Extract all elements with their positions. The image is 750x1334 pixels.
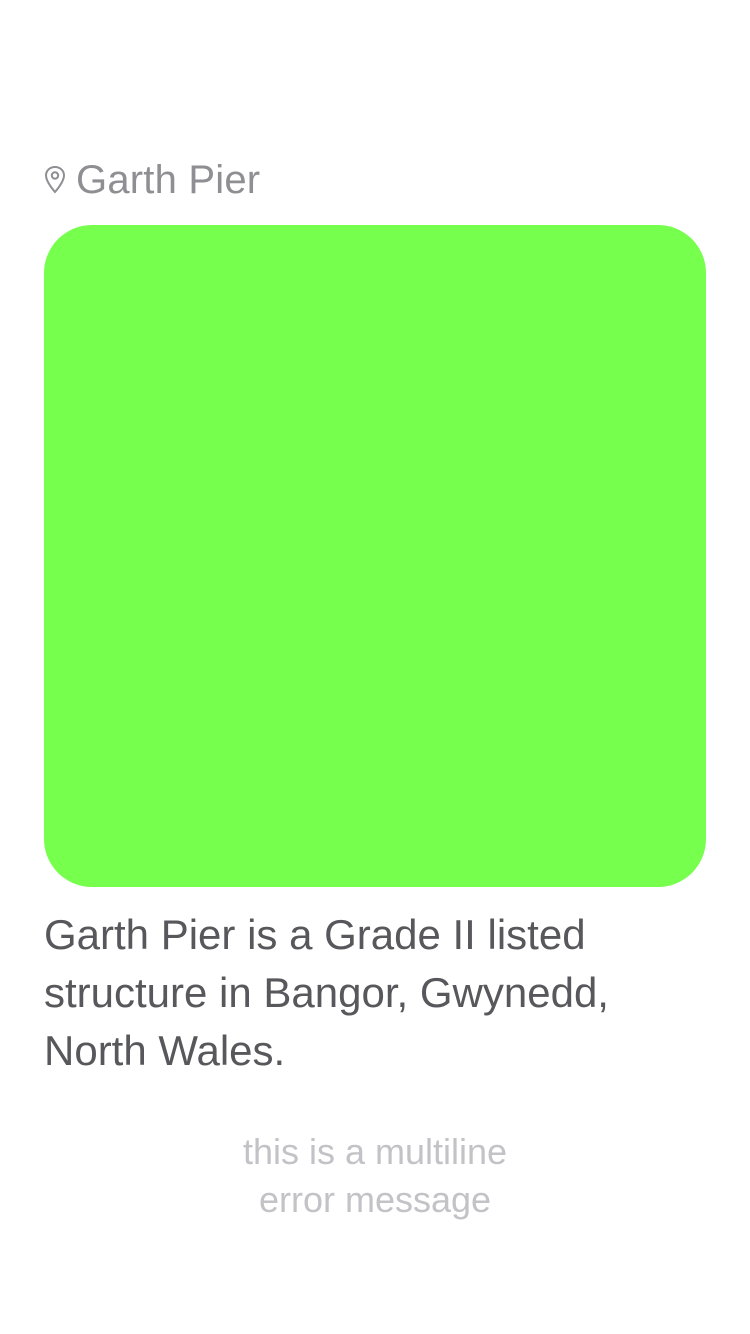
location-header: Garth Pier (44, 154, 260, 206)
location-title: Garth Pier (76, 158, 261, 202)
place-description: Garth Pier is a Grade II listed structur… (44, 911, 609, 1074)
map-pin-icon (44, 165, 66, 195)
place-image (44, 225, 706, 887)
error-message: this is a multiline error message (242, 1131, 508, 1220)
